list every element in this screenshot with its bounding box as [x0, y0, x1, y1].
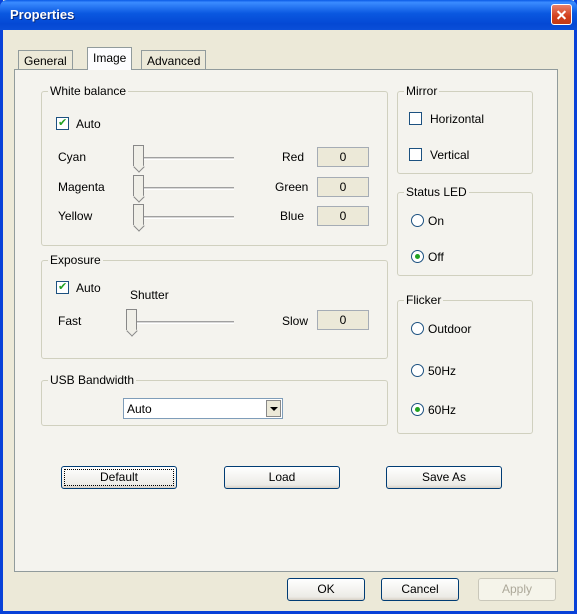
tab-image[interactable]: Image: [87, 47, 133, 70]
mirror-vertical-checkbox[interactable]: [409, 148, 422, 161]
save-as-button[interactable]: Save As: [386, 466, 502, 489]
blue-label: Blue: [280, 209, 305, 223]
slow-label: Slow: [282, 314, 309, 328]
flicker-outdoor-radio[interactable]: [411, 322, 424, 335]
exposure-label: Exposure: [48, 253, 103, 267]
magenta-green-slider[interactable]: [133, 175, 144, 196]
usb-bandwidth-group: USB Bandwidth Auto: [41, 373, 388, 426]
mirror-horizontal-label: Horizontal: [430, 112, 485, 126]
mirror-horizontal-checkbox[interactable]: [409, 112, 422, 125]
usb-bandwidth-select[interactable]: Auto: [123, 398, 283, 419]
flicker-60hz-radio[interactable]: [411, 403, 424, 416]
cyan-red-slider-track: [133, 157, 234, 160]
fast-label: Fast: [58, 314, 82, 328]
cyan-label: Cyan: [58, 150, 87, 164]
flicker-group: Flicker Outdoor 50Hz 60Hz: [397, 293, 533, 434]
green-label: Green: [275, 180, 309, 194]
magenta-label: Magenta: [58, 180, 105, 194]
window-title: Properties: [10, 7, 75, 22]
ok-button[interactable]: OK: [287, 578, 365, 601]
status-led-label: Status LED: [404, 185, 469, 199]
mirror-vertical-label: Vertical: [430, 148, 470, 162]
green-value: 0: [317, 177, 369, 197]
exposure-auto-checkbox[interactable]: [56, 280, 69, 294]
status-led-group: Status LED On Off: [397, 185, 533, 276]
magenta-green-slider-track: [133, 187, 234, 190]
tab-panel-image: White balance Auto Cyan Red 0 Magenta Gr…: [14, 69, 558, 572]
led-off-radio[interactable]: [411, 250, 424, 263]
led-on-label: On: [428, 214, 445, 228]
tab-general[interactable]: General: [18, 50, 73, 70]
white-balance-group: White balance Auto Cyan Red 0 Magenta Gr…: [41, 84, 388, 246]
led-off-label: Off: [428, 250, 444, 264]
yellow-label: Yellow: [58, 209, 93, 223]
flicker-50hz-radio[interactable]: [411, 364, 424, 377]
close-icon[interactable]: [551, 4, 572, 25]
flicker-label: Flicker: [404, 293, 444, 307]
load-button[interactable]: Load: [224, 466, 340, 489]
properties-dialog: Properties General Image Advanced White …: [0, 0, 577, 614]
wb-auto-label: Auto: [76, 117, 101, 131]
cyan-red-slider[interactable]: [133, 145, 144, 166]
mirror-group: Mirror Horizontal Vertical: [397, 84, 533, 174]
yellow-blue-slider-track: [133, 216, 234, 219]
red-label: Red: [282, 150, 305, 164]
wb-auto-checkbox[interactable]: [56, 116, 69, 130]
blue-value: 0: [317, 206, 369, 226]
shutter-value: 0: [317, 310, 369, 330]
led-on-radio[interactable]: [411, 214, 424, 227]
usb-bandwidth-label: USB Bandwidth: [48, 373, 137, 387]
red-value: 0: [317, 147, 369, 167]
exposure-group: Exposure Auto Shutter Fast Slow 0: [41, 253, 388, 359]
apply-button[interactable]: Apply: [478, 578, 556, 601]
mirror-label: Mirror: [404, 84, 440, 98]
flicker-60hz-label: 60Hz: [428, 403, 457, 417]
yellow-blue-slider[interactable]: [133, 204, 144, 225]
flicker-outdoor-label: Outdoor: [428, 322, 472, 336]
shutter-slider-track: [126, 321, 234, 324]
white-balance-label: White balance: [48, 84, 129, 98]
shutter-slider[interactable]: [126, 309, 137, 330]
chevron-down-icon[interactable]: [266, 400, 281, 417]
shutter-label: Shutter: [130, 288, 169, 302]
flicker-50hz-label: 50Hz: [428, 364, 457, 378]
title-bar[interactable]: Properties: [0, 0, 577, 30]
cancel-button[interactable]: Cancel: [381, 578, 459, 601]
exposure-auto-label: Auto: [76, 281, 101, 295]
usb-bandwidth-value: Auto: [127, 402, 152, 416]
default-button[interactable]: Default: [61, 466, 177, 489]
tab-advanced[interactable]: Advanced: [141, 50, 207, 70]
